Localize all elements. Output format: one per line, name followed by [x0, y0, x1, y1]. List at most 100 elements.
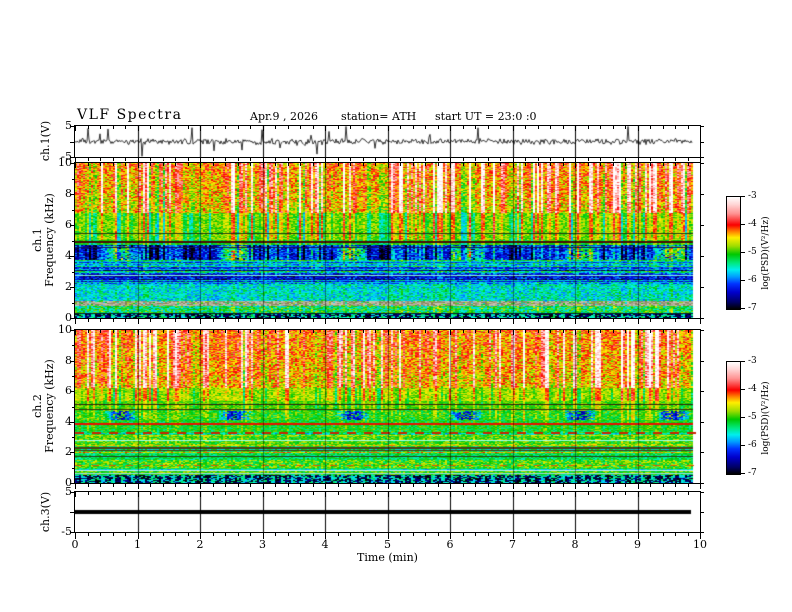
x-tick-bottom: [588, 319, 589, 322]
x-tick-top: [350, 330, 351, 333]
x-tick-bottom: [588, 158, 589, 161]
x-tick-bottom: [275, 533, 276, 536]
x-tick-top: [363, 163, 364, 166]
x-tick-bottom: [388, 484, 389, 489]
x-tick-top: [250, 330, 251, 333]
y-tick-label: -5: [61, 525, 72, 538]
y-tick-label: 2: [65, 280, 72, 293]
x-tick-bottom: [513, 484, 514, 489]
x-tick-top: [675, 492, 676, 495]
x-tick-bottom: [113, 319, 114, 322]
x-tick-top: [150, 163, 151, 166]
y-tick-label: 8: [65, 354, 72, 367]
ch1-frequency-axis-label: ch.1 Frequency (kHz): [31, 193, 56, 287]
x-tick-top: [688, 492, 689, 495]
x-tick-top: [525, 330, 526, 333]
x-tick-top: [88, 126, 89, 129]
x-tick-bottom: [75, 319, 76, 324]
x-tick-bottom: [300, 533, 301, 536]
x-tick-bottom: [563, 484, 564, 487]
x-tick-bottom: [550, 533, 551, 536]
y-tick-label: 2: [65, 445, 72, 458]
x-tick-top: [525, 492, 526, 495]
x-tick-top: [625, 492, 626, 495]
y-tick: [701, 318, 704, 319]
x-tick-top: [463, 330, 464, 333]
x-tick-bottom: [188, 484, 189, 487]
colorbar-tick-label: -4: [748, 219, 757, 229]
x-tick-top: [450, 126, 451, 131]
x-tick-top: [400, 163, 401, 166]
ch2-spectrogram-canvas: [75, 330, 700, 483]
y-tick: [701, 142, 704, 143]
x-tick-bottom: [163, 533, 164, 536]
y-tick-label: 10: [58, 156, 72, 169]
x-tick-top: [438, 163, 439, 166]
x-tick-top: [388, 163, 389, 168]
x-tick-top: [225, 126, 226, 129]
time-tick-label: 7: [509, 538, 516, 551]
x-tick-top: [663, 126, 664, 129]
x-tick-top: [625, 163, 626, 166]
x-tick-top: [600, 492, 601, 495]
x-tick-top: [638, 492, 639, 497]
x-tick-bottom: [175, 533, 176, 536]
x-tick-top: [250, 492, 251, 495]
x-tick-top: [200, 126, 201, 131]
x-tick-bottom: [113, 484, 114, 487]
x-tick-bottom: [475, 484, 476, 487]
x-tick-bottom: [613, 484, 614, 487]
x-tick-bottom: [175, 484, 176, 487]
y-tick: [701, 422, 704, 423]
x-tick-top: [163, 163, 164, 166]
y-tick: [701, 157, 704, 158]
x-tick-top: [125, 163, 126, 166]
colorbar-tick: [741, 252, 745, 253]
x-tick-top: [263, 126, 264, 131]
x-tick-bottom: [650, 319, 651, 322]
y-tick: [701, 391, 704, 392]
x-tick-bottom: [300, 158, 301, 161]
x-tick-bottom: [263, 484, 264, 489]
x-tick-bottom: [600, 158, 601, 161]
x-tick-bottom: [213, 484, 214, 487]
x-tick-top: [563, 163, 564, 166]
x-tick-bottom: [275, 484, 276, 487]
x-tick-top: [75, 163, 76, 168]
x-tick-top: [650, 492, 651, 495]
x-tick-top: [575, 163, 576, 168]
x-tick-bottom: [375, 158, 376, 161]
x-tick-top: [550, 330, 551, 333]
x-tick-bottom: [200, 484, 201, 489]
y-tick: [701, 225, 704, 226]
colorbar-tick-label: -5: [748, 412, 757, 422]
x-tick-bottom: [238, 533, 239, 536]
x-tick-bottom: [663, 319, 664, 322]
y-tick-label: 0: [65, 476, 72, 489]
x-tick-bottom: [363, 158, 364, 161]
x-tick-bottom: [288, 158, 289, 161]
x-tick-top: [600, 163, 601, 166]
x-tick-top: [563, 492, 564, 495]
x-tick-top: [575, 126, 576, 131]
x-tick-bottom: [625, 319, 626, 322]
x-tick-top: [338, 330, 339, 333]
x-tick-top: [400, 330, 401, 333]
x-tick-top: [588, 330, 589, 333]
x-tick-bottom: [313, 158, 314, 161]
x-tick-top: [638, 330, 639, 335]
x-tick-top: [300, 163, 301, 166]
x-tick-top: [275, 330, 276, 333]
x-tick-top: [88, 330, 89, 333]
x-tick-bottom: [263, 319, 264, 324]
x-tick-top: [113, 163, 114, 166]
x-tick-bottom: [288, 319, 289, 322]
x-tick-top: [525, 163, 526, 166]
x-tick-top: [475, 492, 476, 495]
colorbar-tick: [741, 280, 745, 281]
x-tick-top: [213, 126, 214, 129]
colorbar-ch1: [726, 196, 741, 310]
x-tick-bottom: [288, 533, 289, 536]
x-tick-top: [588, 492, 589, 495]
x-tick-top: [100, 492, 101, 495]
